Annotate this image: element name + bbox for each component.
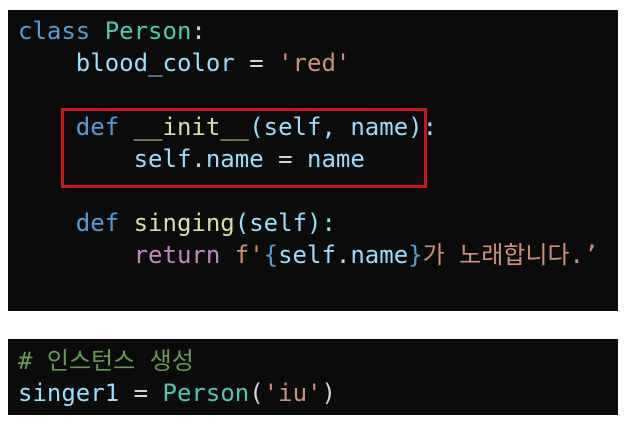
function-name-singing: singing <box>133 209 235 237</box>
singing-parameters: (self): <box>234 209 336 237</box>
string-literal: 'red' <box>278 49 351 77</box>
colon: : <box>191 17 206 45</box>
keyword-return: return <box>133 241 221 269</box>
class-name: Person <box>104 17 192 45</box>
paren-open: ( <box>249 379 264 407</box>
fstring-prefix: f' <box>234 241 264 269</box>
code-line-comment: # 인스턴스 생성 <box>18 345 194 377</box>
code-line-singing-def: def singing(self): <box>18 207 336 239</box>
class-name: Person <box>162 379 250 407</box>
comment-text: # 인스턴스 생성 <box>18 347 194 375</box>
code-line-instantiation: singer1 = Person('iu') <box>18 377 336 409</box>
code-line-class-declaration: class Person: <box>18 15 206 47</box>
keyword-def: def <box>75 209 120 237</box>
highlight-box-init-method <box>61 108 427 188</box>
keyword-class: class <box>18 17 91 45</box>
fstring-brace-open: { <box>263 241 279 269</box>
assign-operator: = <box>119 379 163 407</box>
fstring-brace-close: } <box>408 241 423 269</box>
code-block-instance-creation: # 인스턴스 생성 singer1 = Person('iu') <box>8 339 618 415</box>
assign-operator: = <box>234 49 279 77</box>
code-line-return: return f'{self.name}가 노래합니다.’ <box>18 239 599 271</box>
dot-operator: . <box>335 241 351 269</box>
paren-close: ) <box>321 379 336 407</box>
code-block-class-definition: class Person: blood_color = 'red' def __… <box>8 10 618 311</box>
fstring-text: 가 노래합니다.’ <box>422 241 599 269</box>
attribute-name: name <box>350 241 409 269</box>
code-line-class-attribute: blood_color = 'red' <box>18 47 351 79</box>
string-literal: 'iu' <box>263 379 322 407</box>
self-reference: self <box>278 241 336 269</box>
attribute-name: blood_color <box>75 49 235 77</box>
variable-name: singer1 <box>18 379 120 407</box>
